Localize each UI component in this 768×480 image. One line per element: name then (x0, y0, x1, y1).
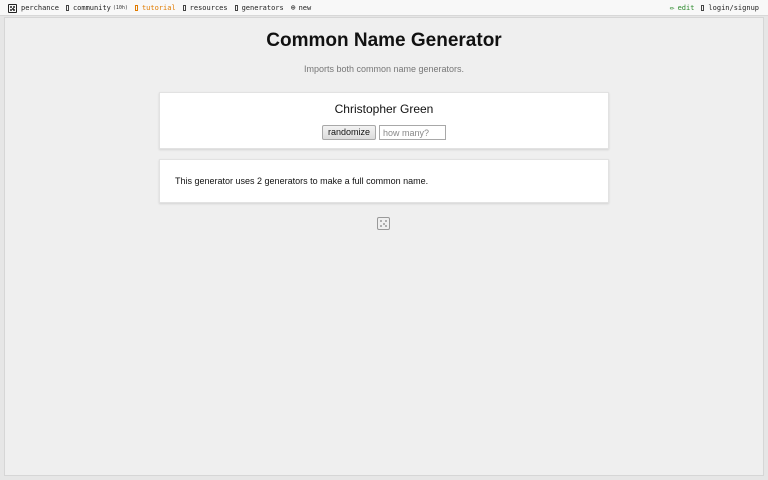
plus-icon: ⊕ (290, 3, 296, 12)
nav-resources-link[interactable]: resources (182, 4, 228, 12)
pencil-icon: ✏ (669, 3, 675, 12)
community-icon (65, 5, 69, 11)
nav-tutorial-link[interactable]: tutorial (134, 4, 176, 12)
how-many-input[interactable] (379, 125, 447, 140)
generator-output-card: Christopher Green randomize (159, 92, 609, 149)
nav-brand-label: perchance (21, 4, 59, 12)
generated-name: Christopher Green (334, 102, 434, 116)
nav-resources-label: resources (189, 4, 228, 12)
nav-tutorial-label: tutorial (141, 4, 176, 12)
login-icon (701, 5, 705, 11)
generator-description: This generator uses 2 generators to make… (175, 176, 429, 186)
tutorial-icon (134, 5, 138, 11)
randomize-button[interactable]: randomize (321, 125, 377, 140)
die-icon[interactable] (377, 217, 390, 230)
description-card: This generator uses 2 generators to make… (159, 159, 609, 203)
generators-icon (234, 5, 238, 11)
nav-new-label: new (298, 4, 312, 12)
nav-generators-label: generators (241, 4, 284, 12)
top-nav-bar: perchance community (10h) tutorial resou… (0, 0, 768, 16)
resources-icon (182, 5, 186, 11)
nav-login-link[interactable]: login/signup (701, 4, 759, 12)
page-title: Common Name Generator (266, 30, 502, 51)
nav-login-label: login/signup (708, 4, 759, 12)
generator-frame (4, 17, 764, 476)
nav-generators-link[interactable]: generators (234, 4, 284, 12)
nav-community-link[interactable]: community (10h) (65, 4, 128, 12)
nav-edit-label: edit (677, 4, 695, 12)
nav-brand-link[interactable]: perchance (8, 3, 59, 13)
generator-controls: randomize (160, 125, 608, 140)
page-subtitle: Imports both common name generators. (303, 64, 465, 74)
nav-community-label: community (72, 4, 111, 12)
community-count: (10h) (112, 5, 128, 11)
die-icon (8, 3, 17, 13)
nav-edit-link[interactable]: ✏ edit (669, 3, 695, 13)
nav-new-link[interactable]: ⊕ new (290, 3, 312, 13)
